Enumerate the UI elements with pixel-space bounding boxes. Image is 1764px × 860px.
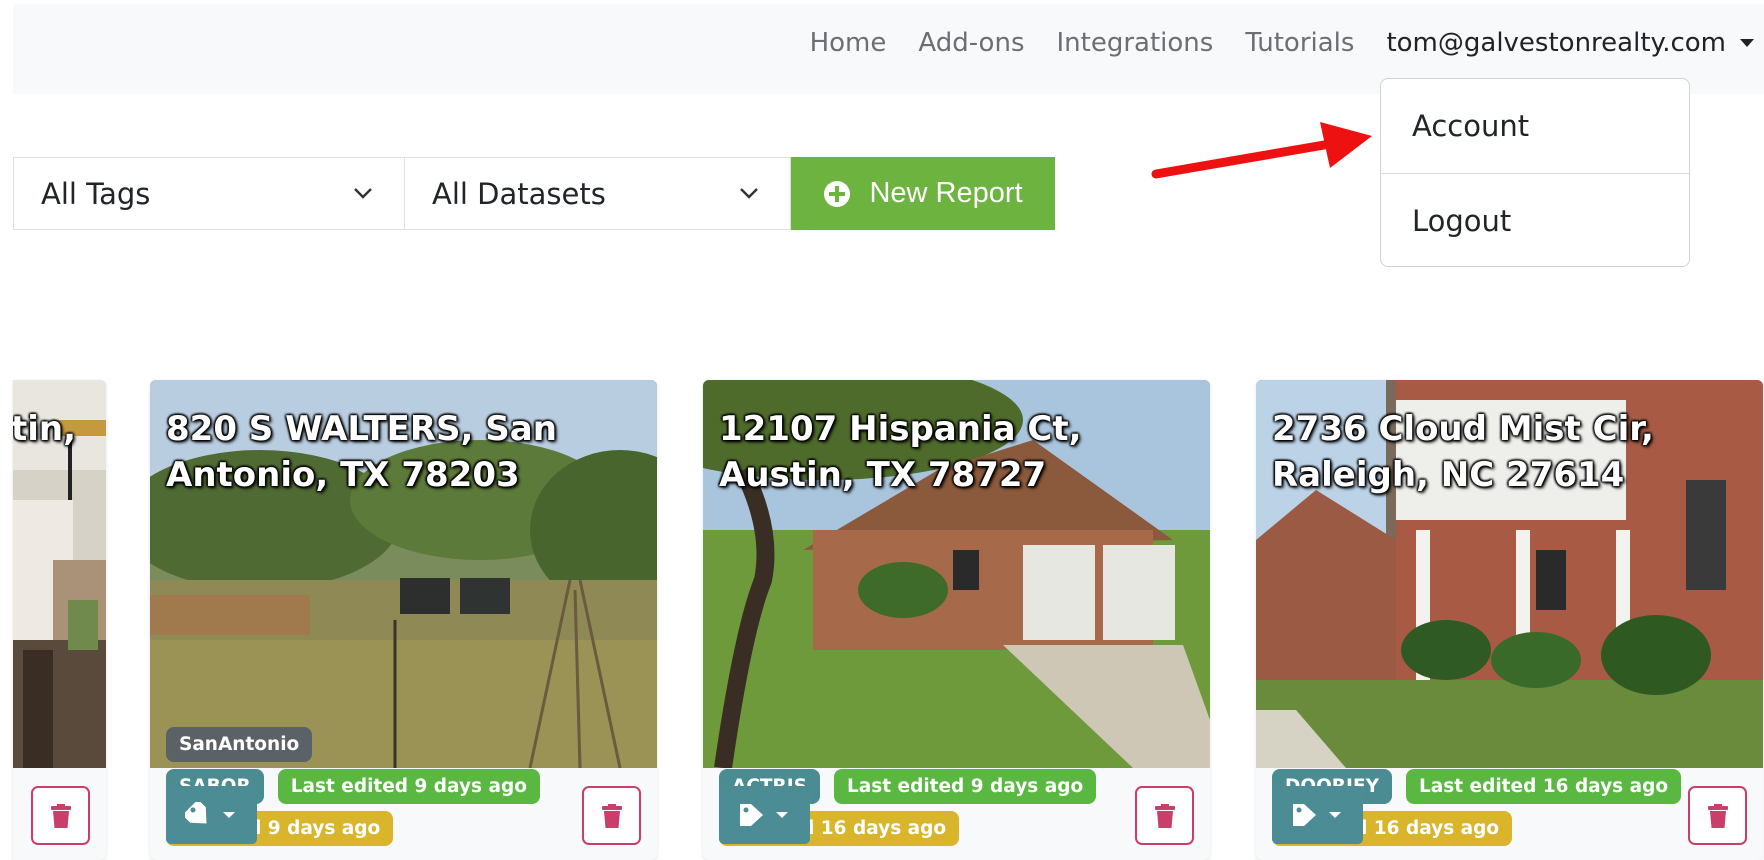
- card-title: 820 S WALTERS, San Antonio, TX 78203: [166, 409, 557, 495]
- chevron-down-icon: [354, 188, 372, 199]
- tag-badge: SanAntonio: [166, 727, 313, 762]
- trash-icon: [50, 803, 71, 828]
- user-menu-toggle[interactable]: tom@galvestonrealty.com: [1386, 28, 1754, 58]
- tag-dropdown-button[interactable]: [1272, 786, 1363, 844]
- card-title: tin,: [13, 409, 77, 449]
- new-report-button[interactable]: New Report: [791, 157, 1055, 230]
- trash-icon: [601, 803, 622, 828]
- tag-dropdown-button[interactable]: [166, 786, 257, 844]
- tag-icon: [184, 802, 235, 824]
- tags-select-value: All Tags: [41, 176, 151, 211]
- trash-icon: [1707, 803, 1728, 828]
- card-title: 12107 Hispania Ct, Austin, TX 78727: [719, 409, 1082, 495]
- delete-button[interactable]: [1688, 786, 1747, 845]
- dropdown-item-account[interactable]: Account: [1381, 79, 1689, 173]
- tag-icon: [739, 804, 788, 826]
- filter-bar: All Tags All Datasets New Report: [13, 157, 1055, 230]
- nav-home-link[interactable]: Home: [810, 28, 887, 58]
- report-card[interactable]: 2736 Cloud Mist Cir, Raleigh, NC 27614 D…: [1256, 380, 1763, 860]
- annotation-arrow-icon: [1151, 122, 1372, 179]
- nav-tutorials-link[interactable]: Tutorials: [1245, 28, 1354, 58]
- nav-addons-link[interactable]: Add-ons: [918, 28, 1024, 58]
- delete-button[interactable]: [582, 786, 641, 845]
- nav-links: Home Add-ons Integrations Tutorials tom@…: [810, 4, 1764, 82]
- card-title: 2736 Cloud Mist Cir, Raleigh, NC 27614: [1272, 409, 1654, 495]
- datasets-select-value: All Datasets: [432, 176, 606, 211]
- plus-circle-icon: [824, 180, 851, 207]
- card-footer: [150, 768, 657, 860]
- delete-button[interactable]: [1135, 786, 1194, 845]
- report-card-partial[interactable]: tin,: [13, 380, 106, 860]
- report-card[interactable]: 12107 Hispania Ct, Austin, TX 78727 ACTR…: [703, 380, 1210, 860]
- tag-icon: [1292, 804, 1341, 826]
- delete-button[interactable]: [31, 786, 90, 845]
- dropdown-item-logout[interactable]: Logout: [1381, 174, 1689, 268]
- nav-integrations-link[interactable]: Integrations: [1057, 28, 1214, 58]
- user-dropdown-menu: Account Logout: [1380, 78, 1690, 267]
- chevron-down-icon: [740, 188, 758, 199]
- new-report-label: New Report: [869, 177, 1023, 209]
- tag-dropdown-button[interactable]: [719, 786, 810, 844]
- caret-down-icon: [1740, 39, 1754, 47]
- trash-icon: [1154, 803, 1175, 828]
- card-footer: [1256, 768, 1763, 860]
- report-card[interactable]: 820 S WALTERS, San Antonio, TX 78203 San…: [150, 380, 657, 860]
- user-email: tom@galvestonrealty.com: [1386, 28, 1726, 58]
- tags-select[interactable]: All Tags: [13, 157, 404, 230]
- card-footer: [703, 768, 1210, 860]
- datasets-select[interactable]: All Datasets: [404, 157, 791, 230]
